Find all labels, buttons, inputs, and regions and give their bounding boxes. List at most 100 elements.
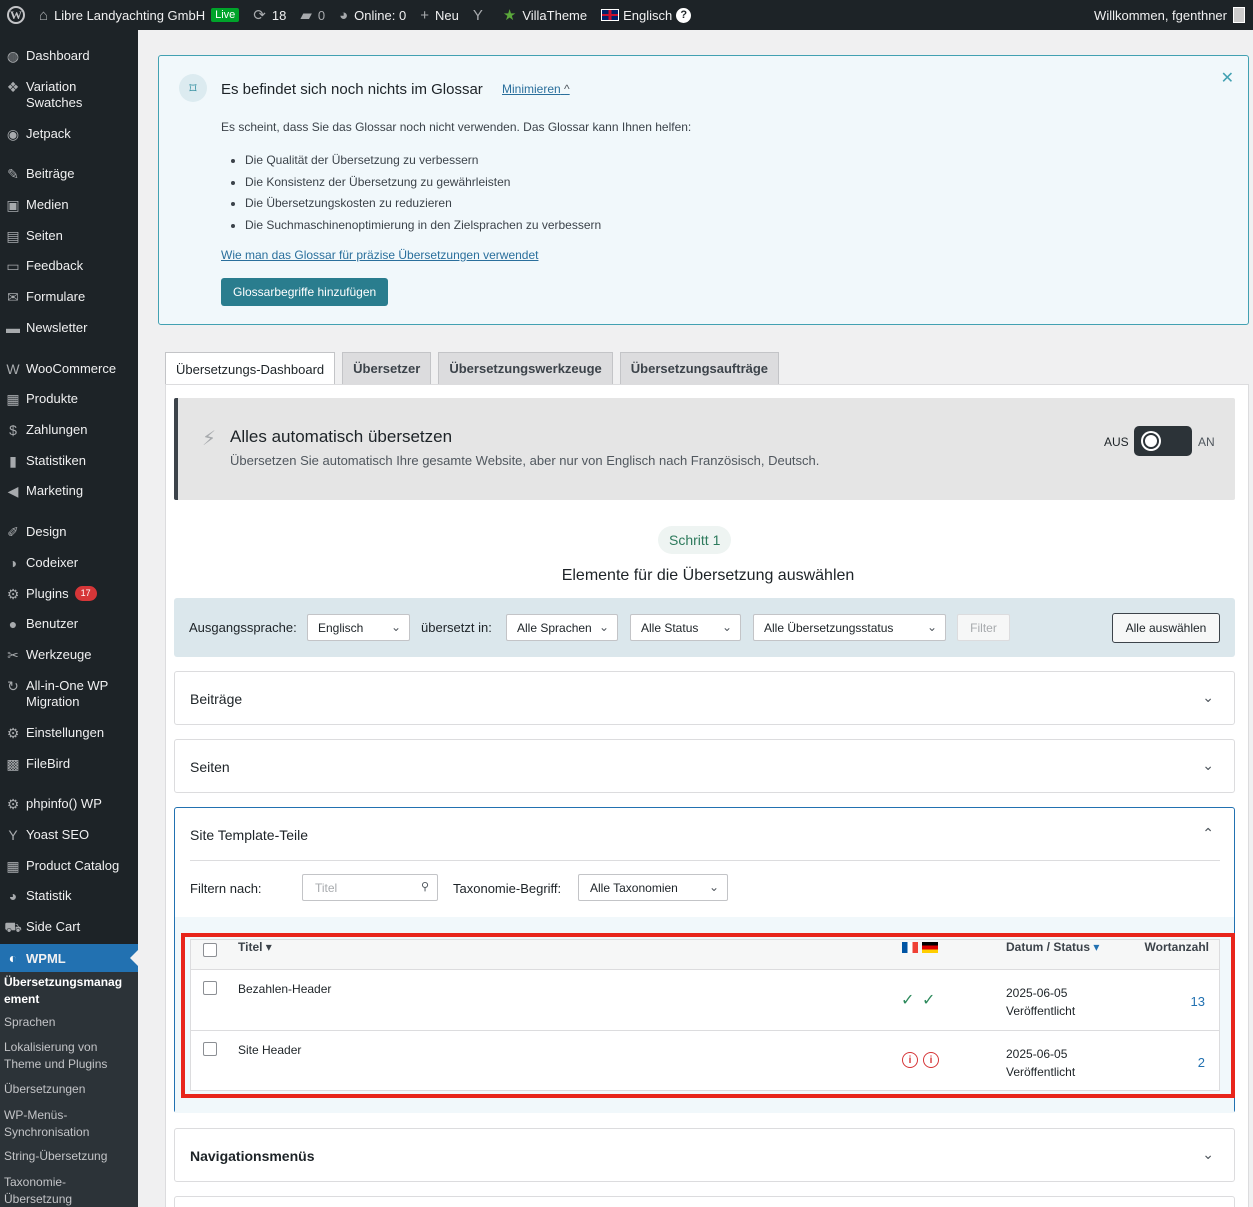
online-link[interactable]: ◕ Online: 0	[332, 0, 413, 30]
sidebar-item-label: Beiträge	[26, 166, 75, 181]
submenu-item[interactable]: Lokalisierung von Theme und Plugins	[0, 1039, 138, 1073]
submenu-item[interactable]: String-Übersetzung	[0, 1148, 138, 1165]
title-search-input[interactable]: Titel ⚲	[302, 874, 438, 901]
yoast-icon: Y	[472, 6, 483, 24]
french-flag-icon	[902, 942, 918, 953]
sidebar-item-beiträge[interactable]: ✎ Beiträge	[0, 166, 138, 182]
sidebar-item-jetpack[interactable]: ◉ Jetpack	[0, 126, 138, 142]
table-row: Bezahlen-Header ✓ ✓ 2025-06-05 Veröffent…	[191, 970, 1219, 1031]
translation-status-select[interactable]: Alle Übersetzungsstatus ⌄	[753, 614, 946, 641]
sidebar-item-newsletter[interactable]: ▬ Newsletter	[0, 320, 138, 336]
submenu-item[interactable]: Übersetzungsmanag ement	[0, 974, 138, 1008]
check-icon[interactable]: ✓	[901, 990, 914, 1010]
warning-icon[interactable]: i	[923, 1052, 939, 1068]
add-glossary-terms-button[interactable]: Glossarbegriffe hinzufügen	[221, 278, 389, 306]
section-title[interactable]: Site Template-Teile	[190, 827, 308, 843]
table-area: Titel ▾ Datum / Status ▾ Wortanzahl Beza…	[175, 917, 1234, 1113]
sidebar-item-werkzeuge[interactable]: ✂ Werkzeuge	[0, 647, 138, 663]
minimize-link[interactable]: Minimieren ^	[502, 82, 570, 96]
sidebar-item-produkte[interactable]: ▦ Produkte	[0, 391, 138, 407]
chevron-up-icon[interactable]: ⌃	[1202, 825, 1214, 842]
section-title: Beiträge	[190, 691, 243, 707]
row-word-count[interactable]: 2	[1198, 1055, 1205, 1070]
updates-link[interactable]: ⟳ 18	[246, 0, 293, 30]
sidebar-item-dashboard[interactable]: ◍ Dashboard	[0, 48, 138, 64]
submenu-item[interactable]: Taxonomie-Übersetzung	[0, 1174, 138, 1207]
tab-translation-tools[interactable]: Übersetzungswerkzeuge	[438, 352, 613, 384]
refresh-icon: ⟳	[253, 6, 266, 24]
sidebar-item-woocommerce[interactable]: W WooCommerce	[0, 361, 138, 377]
submenu-item[interactable]: Übersetzungen	[0, 1081, 138, 1098]
sidebar-item-statistik[interactable]: ◕ Statistik	[0, 888, 138, 904]
yoast-icon: Y	[8, 827, 18, 843]
column-date-status[interactable]: Datum / Status ▾	[1006, 940, 1099, 954]
yoast-link[interactable]: Y	[466, 0, 496, 30]
villatheme-link[interactable]: ★ VillaTheme	[496, 0, 594, 30]
section-more[interactable]	[174, 1196, 1235, 1207]
sidebar-item-medien[interactable]: ▣ Medien	[0, 197, 138, 213]
comments-link[interactable]: ▰ 0	[293, 0, 332, 30]
sidebar-item-formulare[interactable]: ✉ Formulare	[0, 289, 138, 305]
submenu-item[interactable]: WP-Menüs-Synchronisation	[0, 1107, 138, 1141]
tab-translators[interactable]: Übersetzer	[342, 352, 432, 384]
sidebar-item-yoast-seo[interactable]: Y Yoast SEO	[0, 827, 138, 843]
select-all-button[interactable]: Alle auswählen	[1112, 613, 1220, 643]
sidebar-item-phpinfo-wp[interactable]: ⚙ phpinfo() WP	[0, 796, 138, 812]
column-word-count[interactable]: Wortanzahl	[1145, 940, 1209, 954]
sidebar-item-all-in-one-wp-migration[interactable]: ↻ All-in-One WP Migration	[0, 678, 138, 710]
taxonomy-select[interactable]: Alle Taxonomien ⌄	[578, 874, 728, 901]
sidebar-item-statistiken[interactable]: ▮ Statistiken	[0, 453, 138, 469]
brush-icon: ✐	[7, 524, 19, 540]
column-title[interactable]: Titel ▾	[238, 940, 272, 954]
site-name-link[interactable]: ⌂ Libre Landyachting GmbH Live	[32, 0, 246, 30]
source-language-select[interactable]: Englisch ⌄	[307, 614, 410, 641]
section-pages[interactable]: Seiten ⌄	[174, 739, 1235, 793]
sidebar-item-side-cart[interactable]: ⛟ Side Cart	[0, 919, 138, 935]
section-posts[interactable]: Beiträge ⌄	[174, 671, 1235, 725]
sidebar-item-codeixer[interactable]: ◑ Codeixer	[0, 555, 138, 571]
chevron-down-icon: ⌄	[390, 620, 401, 634]
auto-translate-toggle[interactable]	[1134, 426, 1192, 456]
wordpress-logo[interactable]: W	[0, 0, 32, 30]
jetpack-icon: ◉	[6, 126, 20, 142]
sidebar-item-filebird[interactable]: ▩ FileBird	[0, 756, 138, 772]
sidebar-item-marketing[interactable]: ◀ Marketing	[0, 483, 138, 499]
sidebar-item-wpml[interactable]: ◐ WPML	[0, 944, 138, 972]
glossary-howto-link[interactable]: Wie man das Glossar für präzise Übersetz…	[221, 248, 538, 262]
sidebar-item-benutzer[interactable]: ● Benutzer	[0, 616, 138, 632]
sort-down-icon: ▾	[265, 940, 272, 954]
status-select[interactable]: Alle Status ⌄	[630, 614, 741, 641]
sidebar-item-plugins[interactable]: ⚙ Plugins 17	[0, 586, 138, 602]
warning-icon[interactable]: i	[902, 1052, 918, 1068]
new-content-link[interactable]: + Neu	[413, 0, 466, 30]
tab-translation-dashboard[interactable]: Übersetzungs-Dashboard	[165, 352, 336, 385]
sidebar-item-label: Statistiken	[26, 453, 86, 468]
sidebar-item-zahlungen[interactable]: $ Zahlungen	[0, 422, 138, 438]
my-account[interactable]: Willkommen, fgenthner	[1087, 0, 1253, 30]
filter-button[interactable]: Filter	[957, 614, 1010, 641]
sidebar-item-seiten[interactable]: ▤ Seiten	[0, 228, 138, 244]
row-word-count[interactable]: 13	[1191, 994, 1205, 1009]
sidebar-item-feedback[interactable]: ▭ Feedback	[0, 258, 138, 274]
target-languages-select[interactable]: Alle Sprachen ⌄	[506, 614, 618, 641]
sidebar-item-variation-swatches[interactable]: ❖ Variation Swatches	[0, 79, 138, 111]
migration-icon: ↻	[7, 678, 19, 694]
select-all-checkbox[interactable]	[203, 943, 217, 957]
submenu-item[interactable]: Sprachen	[0, 1014, 138, 1031]
lightning-icon: ⚡	[202, 428, 217, 450]
language-switcher[interactable]: Englisch ?	[594, 0, 698, 30]
sidebar-item-product-catalog[interactable]: ▦ Product Catalog	[0, 858, 138, 874]
check-icon[interactable]: ✓	[922, 990, 935, 1010]
close-icon[interactable]: ✕	[1221, 68, 1234, 88]
mail-icon: ✉	[7, 289, 19, 305]
help-icon[interactable]: ?	[676, 7, 692, 23]
tab-translation-jobs[interactable]: Übersetzungsaufträge	[619, 352, 780, 384]
row-checkbox[interactable]	[203, 1042, 217, 1056]
sidebar-item-label: Zahlungen	[26, 422, 88, 437]
section-site-template-parts: Site Template-Teile ⌃ Filtern nach: Tite…	[174, 807, 1235, 1113]
row-checkbox[interactable]	[203, 981, 217, 995]
section-navigation-menus[interactable]: Navigationsmenüs ⌄	[174, 1128, 1235, 1182]
sidebar-item-design[interactable]: ✐ Design	[0, 524, 138, 540]
sidebar-item-label: Medien	[26, 197, 69, 212]
sidebar-item-einstellungen[interactable]: ⚙ Einstellungen	[0, 725, 138, 741]
